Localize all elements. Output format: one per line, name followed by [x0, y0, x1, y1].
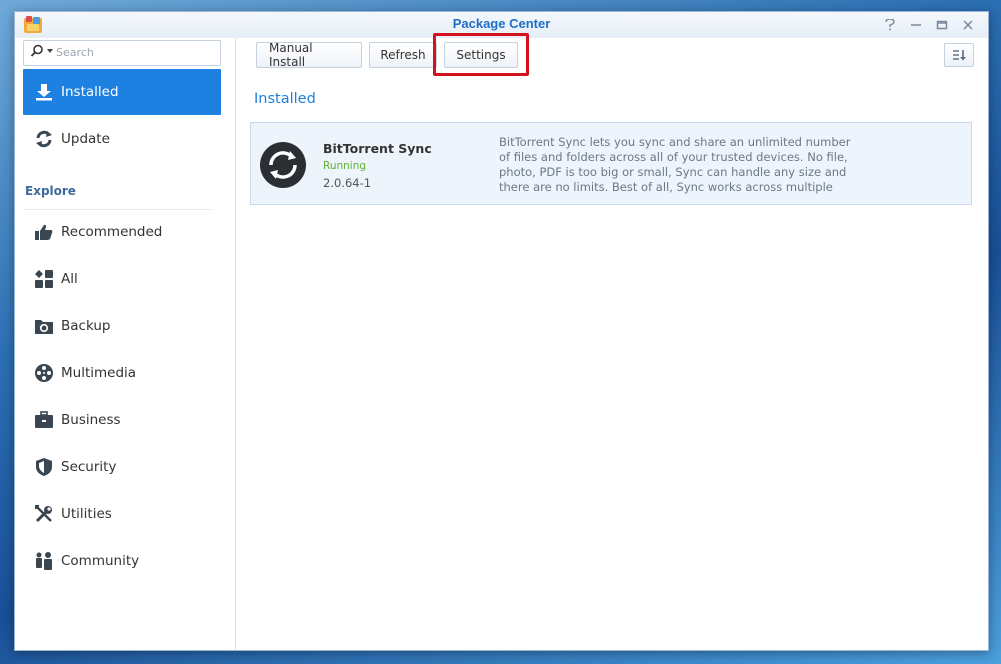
search-box[interactable]	[23, 40, 221, 66]
search-icon[interactable]	[30, 44, 44, 58]
minimize-icon[interactable]	[906, 15, 926, 35]
thumbs-up-icon	[33, 221, 55, 243]
sidebar-item-label: All	[61, 271, 78, 287]
download-icon	[33, 81, 55, 103]
sidebar-item-business[interactable]: Business	[23, 397, 221, 443]
close-icon[interactable]	[958, 15, 978, 35]
explore-heading: Explore	[25, 184, 211, 210]
sidebar: Installed Update Explore Recommended All	[15, 38, 236, 650]
shield-icon	[33, 456, 55, 478]
sidebar-item-all[interactable]: All	[23, 256, 221, 302]
briefcase-icon	[33, 409, 55, 431]
sidebar-item-recommended[interactable]: Recommended	[23, 209, 221, 255]
search-dropdown-caret-icon[interactable]	[47, 49, 53, 53]
backup-icon	[33, 315, 55, 337]
sidebar-item-label: Recommended	[61, 224, 163, 240]
sidebar-item-multimedia[interactable]: Multimedia	[23, 350, 221, 396]
people-icon	[33, 550, 55, 572]
sidebar-item-installed[interactable]: Installed	[23, 69, 221, 115]
package-version: 2.0.64-1	[323, 176, 372, 190]
sidebar-item-update[interactable]: Update	[23, 116, 221, 162]
refresh-button[interactable]: Refresh	[369, 42, 437, 68]
package-status: Running	[323, 160, 367, 172]
package-description: BitTorrent Sync lets you sync and share …	[499, 135, 851, 194]
grid-icon	[33, 268, 55, 290]
sidebar-item-security[interactable]: Security	[23, 444, 221, 490]
package-center-window: Package Center Search Installed Update E…	[14, 11, 989, 651]
sidebar-item-label: Backup	[61, 318, 111, 334]
installed-section-title: Installed	[254, 91, 316, 107]
main-content: Manual Install Refresh Settings Installe…	[236, 33, 988, 650]
film-reel-icon	[33, 362, 55, 384]
sidebar-item-label: Installed	[61, 84, 119, 100]
package-name: BitTorrent Sync	[323, 141, 432, 156]
sort-button[interactable]	[944, 43, 974, 67]
maximize-icon[interactable]	[932, 15, 952, 35]
sidebar-item-label: Update	[61, 131, 110, 147]
bittorrent-sync-logo-icon	[260, 142, 306, 188]
search-input[interactable]	[56, 44, 206, 60]
refresh-arrows-icon	[33, 128, 55, 150]
sidebar-item-label: Multimedia	[61, 365, 137, 381]
sidebar-item-utilities[interactable]: Utilities	[23, 491, 221, 537]
sort-icon	[953, 50, 966, 61]
sidebar-item-label: Community	[61, 553, 140, 569]
package-card-bittorrent-sync[interactable]: BitTorrent Sync Running 2.0.64-1 BitTorr…	[250, 122, 972, 205]
sidebar-item-backup[interactable]: Backup	[23, 303, 221, 349]
sidebar-item-label: Business	[61, 412, 121, 428]
settings-highlight-box	[433, 33, 529, 76]
sidebar-item-community[interactable]: Community	[23, 538, 221, 584]
sidebar-item-label: Utilities	[61, 506, 112, 522]
tools-icon	[33, 503, 55, 525]
window-title: Package Center	[452, 16, 551, 31]
help-icon[interactable]	[880, 15, 900, 35]
manual-install-button[interactable]: Manual Install	[256, 41, 362, 69]
sidebar-item-label: Security	[61, 459, 117, 475]
